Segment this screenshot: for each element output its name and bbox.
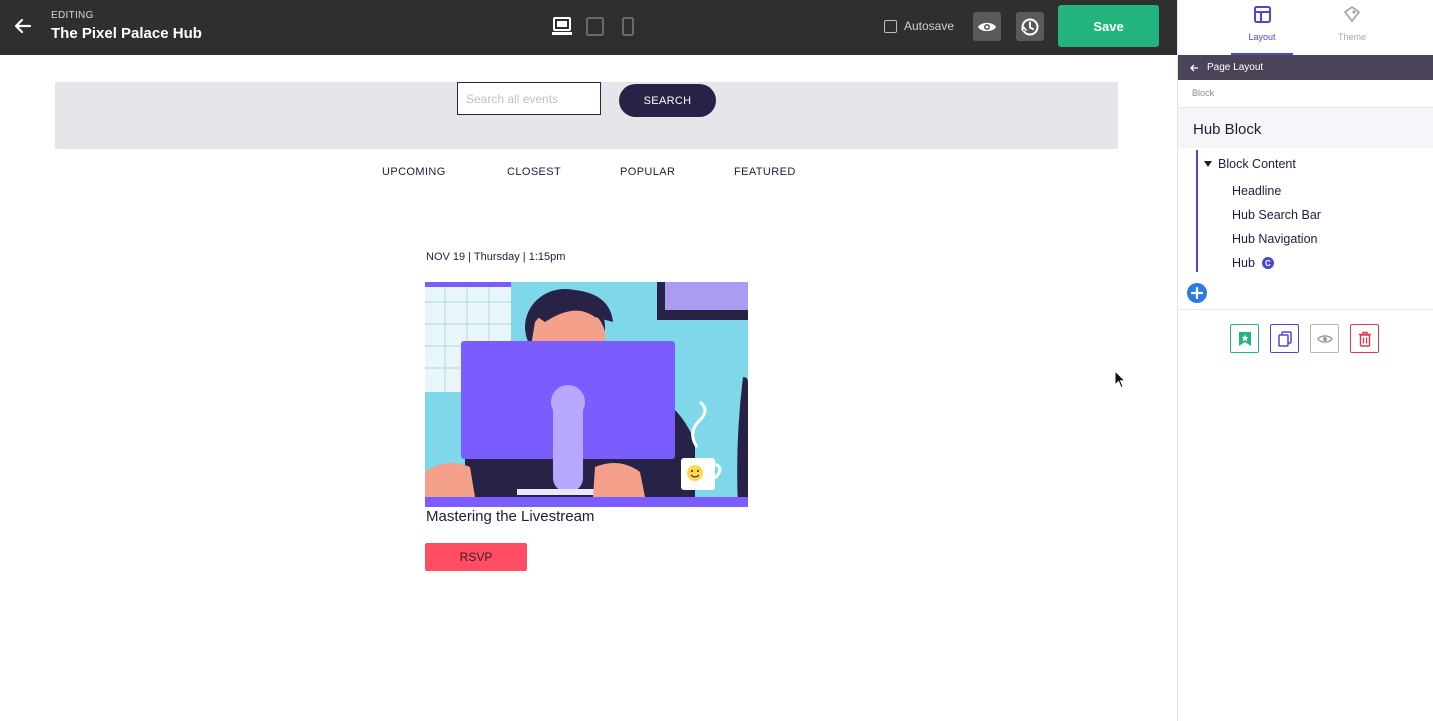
eye-icon [1316, 334, 1333, 343]
duplicate-button[interactable] [1270, 324, 1299, 353]
tree-item-hub[interactable]: Hub C [1232, 256, 1274, 270]
nav-featured[interactable]: FEATURED [734, 166, 796, 178]
section-label: Block [1192, 88, 1215, 98]
mouse-cursor-icon [1114, 369, 1127, 394]
block-title: Hub Block [1193, 121, 1262, 138]
add-block-button[interactable] [1187, 283, 1207, 303]
tree-item-block-content[interactable]: Block Content [1204, 157, 1296, 171]
event-date: NOV 19 | Thursday | 1:15pm [426, 251, 566, 263]
autosave-checkbox[interactable] [884, 19, 897, 33]
trash-icon [1358, 331, 1371, 347]
tree-item-label: Hub Navigation [1232, 232, 1318, 246]
history-icon [1020, 18, 1039, 35]
nav-upcoming[interactable]: UPCOMING [382, 166, 446, 178]
bookmark-icon [1238, 331, 1251, 346]
tree-item-label: Hub [1232, 256, 1255, 270]
layout-icon [1253, 6, 1271, 28]
eye-icon [978, 22, 996, 31]
theme-icon [1343, 5, 1361, 28]
chevron-down-icon [1204, 161, 1212, 167]
tree-item-hub-navigation[interactable]: Hub Navigation [1232, 232, 1317, 246]
tab-theme[interactable]: Theme [1321, 0, 1383, 55]
site-title: The Pixel Palace Hub [51, 25, 202, 42]
tree-line [1196, 150, 1198, 272]
autosave-label: Autosave [904, 19, 955, 33]
event-image[interactable] [425, 282, 748, 507]
tree-item-label: Hub Search Bar [1232, 208, 1321, 222]
desktop-view-icon[interactable] [552, 17, 572, 36]
bookmark-button[interactable] [1230, 324, 1259, 353]
tab-theme-label: Theme [1337, 32, 1366, 42]
tab-layout-label: Layout [1248, 32, 1276, 42]
mobile-view-icon[interactable] [621, 17, 635, 36]
divider [1178, 309, 1433, 310]
copy-icon [1277, 330, 1292, 347]
tab-layout[interactable]: Layout [1231, 0, 1293, 55]
editing-label: EDITING [51, 10, 94, 21]
tablet-view-icon[interactable] [586, 17, 606, 36]
tree-item-label: Headline [1232, 184, 1282, 198]
event-title[interactable]: Mastering the Livestream [426, 508, 594, 525]
nav-popular[interactable]: POPULAR [620, 166, 675, 178]
visibility-button[interactable] [1310, 324, 1339, 353]
tree-parent-label: Block Content [1218, 157, 1296, 171]
breadcrumb[interactable]: Page Layout [1178, 55, 1433, 80]
hub-search-input[interactable] [457, 82, 601, 115]
history-button[interactable] [1016, 12, 1044, 41]
back-arrow-icon [1190, 64, 1198, 71]
editor-top-bar: EDITING The Pixel Palace Hub Autosave Sa… [0, 0, 1177, 55]
plus-icon [1191, 287, 1203, 299]
preview-button[interactable] [973, 12, 1001, 41]
save-button[interactable]: Save [1058, 5, 1159, 47]
panel-tabs: Layout Theme [1178, 0, 1433, 55]
editor-side-panel: Layout Theme Page Layout Block Hub Block… [1177, 0, 1433, 721]
autosave-toggle[interactable]: Autosave [884, 19, 954, 33]
rsvp-button[interactable]: RSVP [425, 543, 527, 571]
delete-button[interactable] [1350, 324, 1379, 353]
back-arrow-icon[interactable] [12, 15, 34, 37]
nav-closest[interactable]: CLOSEST [507, 166, 561, 178]
hub-search-button[interactable]: SEARCH [619, 84, 716, 117]
component-badge: C [1261, 257, 1274, 269]
breadcrumb-label: Page Layout [1207, 62, 1264, 73]
tree-item-headline[interactable]: Headline [1232, 184, 1281, 198]
tree-item-hub-search-bar[interactable]: Hub Search Bar [1232, 208, 1321, 222]
